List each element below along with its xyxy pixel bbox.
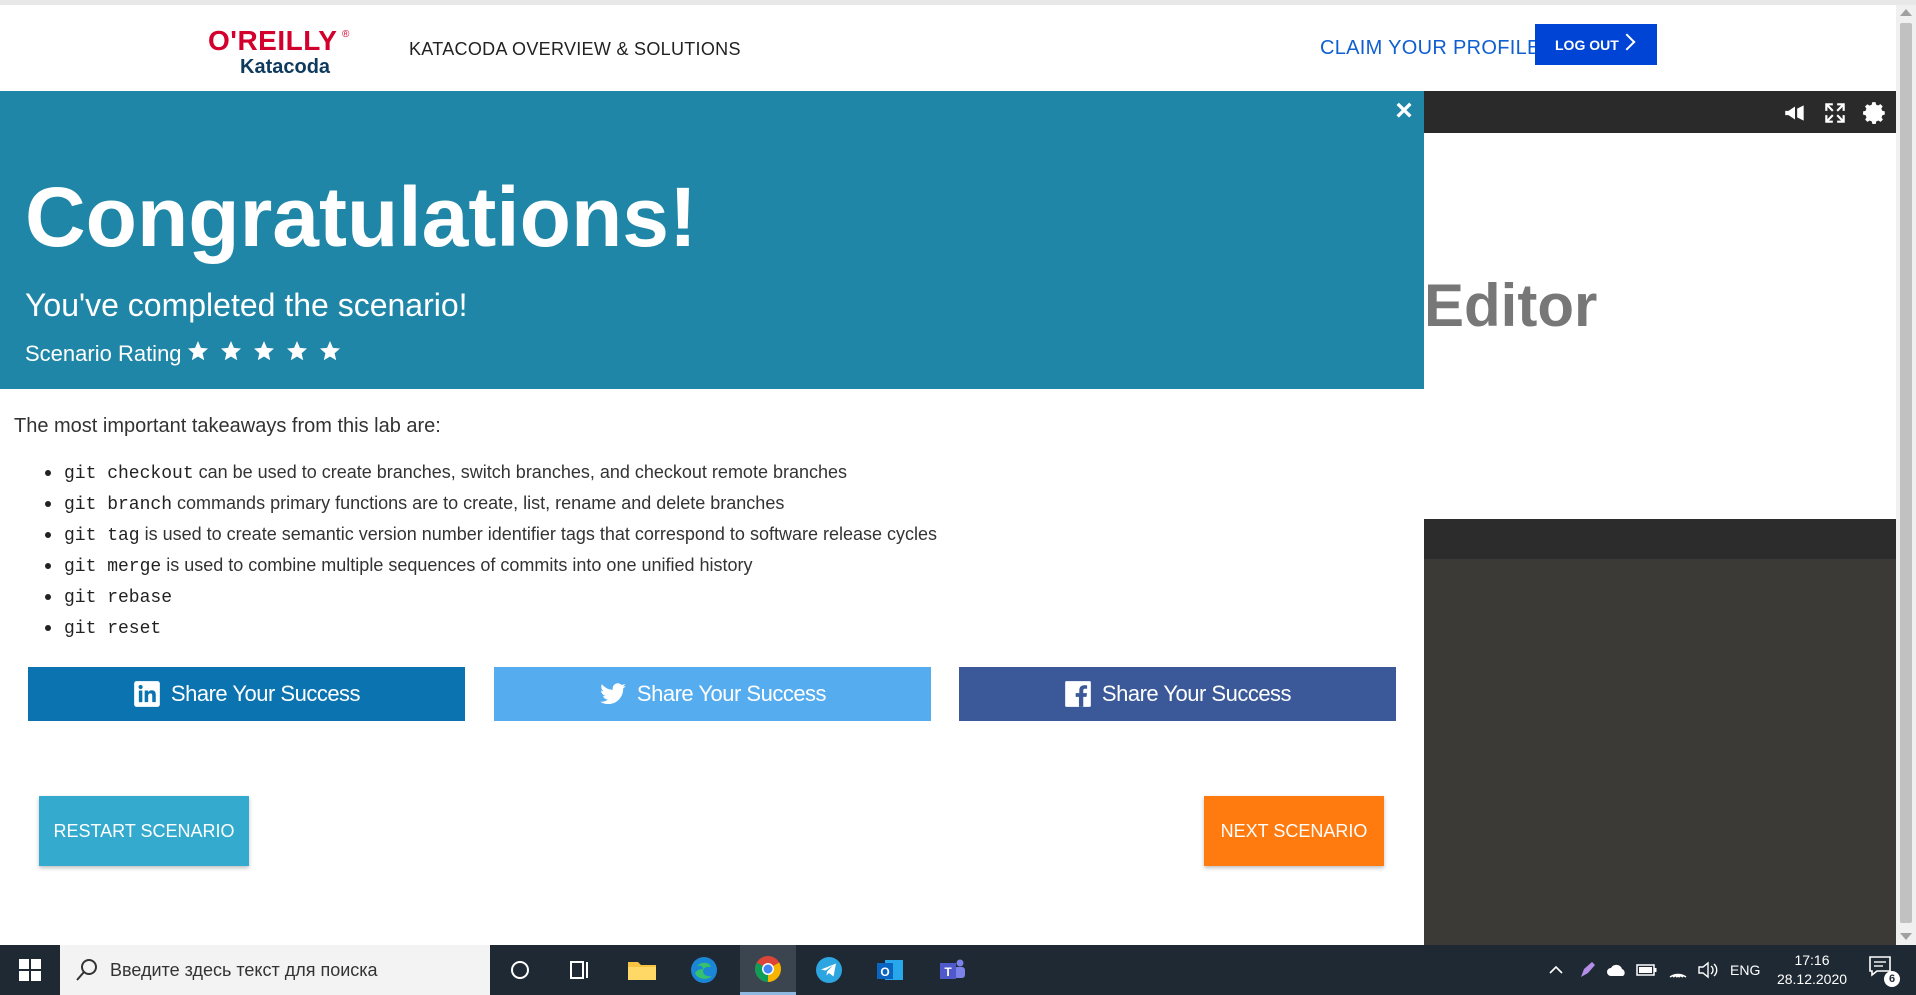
list-item: git branch commands primary functions ar…: [34, 488, 937, 519]
pen-icon[interactable]: [1578, 945, 1598, 995]
gear-icon[interactable]: [1862, 100, 1888, 126]
linkedin-icon: [134, 681, 160, 707]
share-facebook-button[interactable]: Share Your Success: [959, 667, 1396, 721]
chrome-icon[interactable]: [740, 945, 796, 995]
search-placeholder: Введите здесь текст для поиска: [110, 960, 378, 980]
takeaway-code: git merge: [64, 557, 162, 577]
share-linkedin-label: Share Your Success: [170, 681, 361, 706]
chevron-right-icon: [1618, 33, 1636, 51]
show-hidden-icons-icon[interactable]: [1548, 945, 1564, 995]
takeaway-code: git branch: [64, 495, 173, 515]
onedrive-icon[interactable]: [1606, 945, 1628, 995]
windows-taskbar: Введите здесь текст для поиска O T ENG 1…: [0, 945, 1916, 995]
share-facebook-label: Share Your Success: [1101, 681, 1292, 706]
bullet-icon: [45, 470, 51, 476]
megaphone-icon[interactable]: [1782, 100, 1808, 126]
start-button[interactable]: [0, 945, 60, 995]
teams-icon[interactable]: T: [924, 945, 980, 995]
scroll-down-arrow-icon[interactable]: [1900, 933, 1912, 940]
edge-icon[interactable]: [676, 945, 732, 995]
modal-header: × Congratulations! You've completed the …: [0, 91, 1424, 389]
share-twitter-label: Share Your Success: [636, 681, 827, 706]
scenario-rating-label: Scenario Rating: [25, 341, 182, 366]
modal-title: Congratulations!: [25, 170, 697, 264]
restart-scenario-button[interactable]: RESTART SCENARIO: [39, 796, 249, 866]
list-item: git reset: [34, 612, 937, 643]
star-icon[interactable]: [285, 339, 309, 363]
takeaways-list: git checkout can be used to create branc…: [34, 457, 937, 643]
star-icon[interactable]: [219, 339, 243, 363]
star-icon[interactable]: [252, 339, 276, 363]
bullet-icon: [45, 501, 51, 507]
bullet-icon: [45, 532, 51, 538]
search-icon: [76, 959, 97, 981]
task-view-icon[interactable]: [552, 945, 608, 995]
outlook-icon[interactable]: O: [862, 945, 918, 995]
takeaways-title: The most important takeaways from this l…: [14, 415, 441, 437]
logout-button[interactable]: LOG OUT: [1535, 24, 1657, 65]
file-explorer-icon[interactable]: [614, 945, 670, 995]
wifi-icon[interactable]: [1668, 945, 1688, 995]
page-scrollbar[interactable]: [1896, 5, 1916, 945]
battery-icon[interactable]: [1636, 945, 1658, 995]
star-icon[interactable]: [318, 339, 342, 363]
svg-text:T: T: [944, 965, 952, 979]
logo-registered-mark: ®: [342, 29, 350, 40]
fullscreen-icon[interactable]: [1822, 100, 1848, 126]
share-linkedin-button[interactable]: Share Your Success: [28, 667, 465, 721]
editor-heading: Editor: [1424, 272, 1598, 339]
notification-count-badge: 6: [1884, 971, 1900, 987]
logout-label: LOG OUT: [1555, 36, 1619, 53]
input-language[interactable]: ENG: [1730, 962, 1760, 978]
clock-time: 17:16: [1794, 952, 1830, 968]
bullet-icon: [45, 594, 51, 600]
claim-profile-link[interactable]: CLAIM YOUR PROFILE: [1320, 37, 1541, 60]
takeaway-code: git checkout: [64, 464, 194, 484]
scroll-thumb[interactable]: [1900, 23, 1912, 923]
list-item: git checkout can be used to create branc…: [34, 457, 937, 488]
oreilly-katacoda-logo[interactable]: O'REILLY ® Katacoda: [208, 25, 350, 79]
background-editor-panel: Editor: [1424, 91, 1896, 945]
takeaway-code: git reset: [64, 619, 162, 639]
terminal-area[interactable]: [1424, 559, 1896, 945]
close-icon[interactable]: ×: [1392, 96, 1416, 126]
list-item: git merge is used to combine multiple se…: [34, 550, 937, 581]
takeaway-text: is used to create semantic version numbe…: [139, 524, 938, 544]
share-twitter-button[interactable]: Share Your Success: [494, 667, 931, 721]
takeaway-text: can be used to create branches, switch b…: [193, 462, 848, 482]
cortana-icon[interactable]: [492, 945, 548, 995]
logo-oreilly-text: O'REILLY: [208, 25, 338, 56]
takeaway-text: is used to combine multiple sequences of…: [161, 555, 753, 575]
list-item: git rebase: [34, 581, 937, 612]
bullet-icon: [45, 563, 51, 569]
star-icon[interactable]: [186, 339, 210, 363]
takeaway-text: commands primary functions are to create…: [172, 493, 785, 513]
telegram-icon[interactable]: [801, 945, 857, 995]
site-header: O'REILLY ® Katacoda KATACODA OVERVIEW & …: [0, 5, 1896, 91]
windows-logo-icon: [19, 959, 41, 981]
twitter-icon: [600, 683, 626, 705]
logo-katacoda-text: Katacoda: [240, 56, 331, 78]
notification-center-button[interactable]: 6: [1868, 955, 1900, 987]
takeaway-code: git rebase: [64, 588, 173, 608]
rating-stars[interactable]: [186, 339, 342, 363]
terminal-tab-bar: [1424, 519, 1896, 559]
taskbar-clock[interactable]: 17:16 28.12.2020: [1772, 951, 1852, 989]
scroll-up-arrow-icon[interactable]: [1900, 9, 1912, 16]
volume-icon[interactable]: [1697, 945, 1719, 995]
bullet-icon: [45, 625, 51, 631]
taskbar-search-box[interactable]: Введите здесь текст для поиска: [60, 945, 490, 995]
takeaway-code: git tag: [64, 526, 140, 546]
next-scenario-button[interactable]: NEXT SCENARIO: [1204, 796, 1384, 866]
editor-toolbar: [1424, 91, 1896, 133]
list-item: git tag is used to create semantic versi…: [34, 519, 937, 550]
congratulations-modal: × Congratulations! You've completed the …: [0, 91, 1424, 945]
svg-text:O: O: [880, 965, 889, 979]
modal-subtitle: You've completed the scenario!: [25, 287, 468, 323]
nav-overview-link[interactable]: KATACODA OVERVIEW & SOLUTIONS: [409, 39, 741, 60]
facebook-icon: [1065, 681, 1091, 707]
clock-date: 28.12.2020: [1776, 971, 1848, 987]
